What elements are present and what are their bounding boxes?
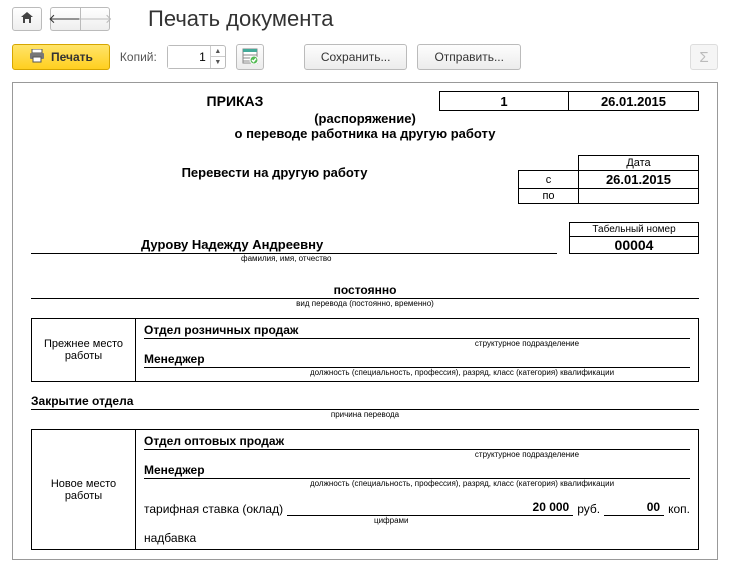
copies-label: Копий: [120, 50, 157, 64]
grid-icon [242, 48, 258, 67]
home-button[interactable] [12, 7, 42, 31]
transfer-title: Перевести на другую работу [31, 155, 518, 180]
page-title: Печать документа [148, 6, 333, 32]
order-number: 1 [439, 91, 569, 111]
employee-sub: фамилия, имя, отчество [31, 254, 699, 263]
perm-sub: вид перевода (постоянно, временно) [31, 299, 699, 308]
save-button[interactable]: Сохранить... [304, 44, 408, 70]
print-button-label: Печать [51, 50, 93, 64]
salary-rub: 20 000 [287, 500, 573, 516]
nav-back-button[interactable]: 🡐 [50, 7, 80, 31]
prev-dept: Отдел розничных продаж [144, 323, 690, 339]
date-head: Дата [579, 156, 699, 171]
send-button-label: Отправить... [434, 50, 504, 64]
closing-sub: причина перевода [31, 410, 699, 419]
copies-down[interactable]: ▼ [211, 57, 225, 68]
new-place-label: Новое место работы [31, 429, 135, 550]
salary-label: тарифная ставка (оклад) [144, 502, 283, 516]
send-button[interactable]: Отправить... [417, 44, 521, 70]
date-table: Дата с26.01.2015 по [518, 155, 699, 204]
nav-forward-button[interactable]: 🡒 [80, 7, 110, 31]
new-position: Менеджер [144, 463, 690, 479]
print-button[interactable]: Печать [12, 44, 110, 70]
employee-name: Дурову Надежду Андреевну [31, 237, 557, 254]
printer-icon [29, 49, 45, 66]
row-to: по [519, 189, 579, 204]
date-from: 26.01.2015 [579, 171, 699, 189]
row-from: с [519, 171, 579, 189]
perm-value: постоянно [31, 283, 699, 299]
bonus-label: надбавка [144, 531, 196, 545]
arrow-right-icon: 🡒 [78, 11, 113, 27]
new-position-sub: должность (специальность, профессия), ра… [144, 479, 690, 488]
home-icon [20, 11, 34, 27]
salary-rub-unit: руб. [577, 502, 600, 516]
copies-input[interactable] [168, 46, 210, 68]
prev-position: Менеджер [144, 352, 690, 368]
order-date: 26.01.2015 [569, 91, 699, 111]
template-picker-button[interactable] [236, 44, 264, 70]
order-about: о переводе работника на другую работу [31, 126, 699, 141]
sigma-icon: Σ [699, 49, 708, 66]
tabnum-value: 00004 [569, 236, 699, 254]
tabnum-head: Табельный номер [569, 222, 699, 236]
salary-kop-unit: коп. [668, 502, 690, 516]
copies-up[interactable]: ▲ [211, 46, 225, 57]
order-subtitle: (распоряжение) [31, 111, 699, 126]
save-button-label: Сохранить... [321, 50, 391, 64]
sum-button[interactable]: Σ [690, 44, 718, 70]
document-preview: ПРИКАЗ 1 26.01.2015 (распоряжение) о пер… [12, 82, 718, 560]
new-dept: Отдел оптовых продаж [144, 434, 690, 450]
salary-sub: цифрами [144, 516, 690, 525]
closing-reason: Закрытие отдела [31, 394, 699, 410]
copies-spinner[interactable]: ▲ ▼ [167, 45, 226, 69]
salary-kop: 00 [604, 500, 664, 516]
new-dept-sub: структурное подразделение [144, 450, 690, 459]
prev-place-label: Прежнее место работы [31, 318, 135, 382]
date-to [579, 189, 699, 204]
order-title: ПРИКАЗ [31, 93, 439, 109]
prev-dept-sub: структурное подразделение [144, 339, 690, 348]
prev-position-sub: должность (специальность, профессия), ра… [144, 368, 690, 377]
